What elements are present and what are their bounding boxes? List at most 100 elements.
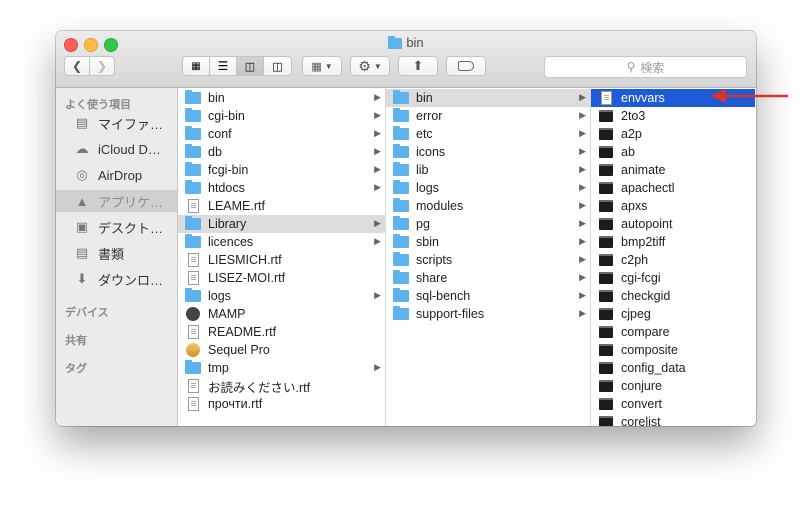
- file-row[interactable]: a2p: [591, 125, 755, 143]
- disclosure-arrow-icon: ▶: [579, 290, 586, 300]
- file-row[interactable]: apxs: [591, 197, 755, 215]
- file-name: sql-bench: [416, 289, 471, 303]
- file-row[interactable]: pg ▶: [386, 215, 590, 233]
- file-row[interactable]: apachectl: [591, 179, 755, 197]
- file-row[interactable]: convert: [591, 395, 755, 413]
- column-library[interactable]: bin ▶ error ▶ etc ▶ icons ▶ lib ▶ logs ▶ modules ▶ pg ▶…: [386, 88, 591, 426]
- file-name: support-files: [416, 307, 485, 321]
- file-name: LISEZ-MOI.rtf: [208, 271, 286, 285]
- applications-icon: ▲: [75, 193, 89, 209]
- files-icon: ▤: [75, 115, 89, 130]
- file-row[interactable]: autopoint: [591, 215, 755, 233]
- file-row[interactable]: お読みください.rtf: [178, 377, 385, 395]
- file-row[interactable]: share ▶: [386, 269, 590, 287]
- file-row[interactable]: cgi-bin ▶: [178, 107, 385, 125]
- folder-icon: [184, 126, 202, 142]
- search-field[interactable]: ⚲ 検索: [544, 56, 747, 78]
- file-row[interactable]: logs ▶: [178, 287, 385, 305]
- action-button[interactable]: ⚙ ▼: [350, 56, 390, 76]
- column-view-button[interactable]: ◫: [237, 57, 264, 75]
- file-row[interactable]: icons ▶: [386, 143, 590, 161]
- file-row[interactable]: corelist: [591, 413, 755, 426]
- executable-icon: [597, 324, 615, 340]
- file-row[interactable]: config_data: [591, 359, 755, 377]
- file-row[interactable]: Sequel Pro: [178, 341, 385, 359]
- cover-flow-button[interactable]: ◫: [264, 57, 291, 75]
- list-view-button[interactable]: ☰: [210, 57, 237, 75]
- file-row[interactable]: 2to3: [591, 107, 755, 125]
- file-row[interactable]: modules ▶: [386, 197, 590, 215]
- file-row[interactable]: c2ph: [591, 251, 755, 269]
- file-row[interactable]: ab: [591, 143, 755, 161]
- file-name: sbin: [416, 235, 439, 249]
- sidebar-item[interactable]: ⬇ ダウンロ…: [56, 268, 177, 290]
- arrange-button[interactable]: ▦ ▼: [302, 56, 342, 76]
- file-row[interactable]: etc ▶: [386, 125, 590, 143]
- sidebar-item-label: ダウンロ…: [98, 272, 164, 288]
- file-row[interactable]: fcgi-bin ▶: [178, 161, 385, 179]
- file-name: checkgid: [621, 289, 671, 303]
- icon-view-button[interactable]: ▦: [183, 57, 210, 75]
- disclosure-arrow-icon: ▶: [374, 146, 381, 156]
- file-row[interactable]: MAMP: [178, 305, 385, 323]
- document-icon: [184, 270, 202, 286]
- file-row[interactable]: bin ▶: [386, 89, 590, 107]
- sidebar-item[interactable]: ▲ アプリケ…: [56, 190, 177, 212]
- file-row[interactable]: cgi-fcgi: [591, 269, 755, 287]
- file-row[interactable]: error ▶: [386, 107, 590, 125]
- file-name: Sequel Pro: [208, 343, 270, 357]
- file-row[interactable]: sbin ▶: [386, 233, 590, 251]
- file-row[interactable]: lib ▶: [386, 161, 590, 179]
- file-row[interactable]: bmp2tiff: [591, 233, 755, 251]
- sidebar-item[interactable]: ◎ AirDrop: [56, 164, 177, 186]
- sidebar-item[interactable]: ☁ iCloud D…: [56, 138, 177, 160]
- sidebar-item[interactable]: ▣ デスクト…: [56, 216, 177, 238]
- file-name: animate: [621, 163, 666, 177]
- file-row[interactable]: LISEZ-MOI.rtf: [178, 269, 385, 287]
- file-name: LEAME.rtf: [208, 199, 265, 213]
- back-button[interactable]: ❮: [64, 56, 90, 76]
- file-row[interactable]: tmp ▶: [178, 359, 385, 377]
- file-row[interactable]: licences ▶: [178, 233, 385, 251]
- sidebar-item[interactable]: ▤ 書類: [56, 242, 177, 264]
- sidebar-item-label: デスクト…: [98, 220, 164, 236]
- tags-button[interactable]: [446, 56, 486, 76]
- file-row[interactable]: conjure: [591, 377, 755, 395]
- file-row[interactable]: support-files ▶: [386, 305, 590, 323]
- column-bin[interactable]: envvars 2to3 a2p ab animate apachectl apxs auto…: [591, 88, 756, 426]
- file-name: LIESMICH.rtf: [208, 253, 282, 267]
- file-row[interactable]: composite: [591, 341, 755, 359]
- file-row[interactable]: прочти.rtf: [178, 395, 385, 413]
- file-row[interactable]: sql-bench ▶: [386, 287, 590, 305]
- document-icon: [597, 90, 615, 106]
- file-row[interactable]: htdocs ▶: [178, 179, 385, 197]
- file-row[interactable]: Library ▶: [178, 215, 385, 233]
- executable-icon: [597, 414, 615, 426]
- view-mode-control[interactable]: ▦ ☰ ◫ ◫: [182, 56, 292, 76]
- document-icon: [184, 396, 202, 412]
- file-name: apxs: [621, 199, 648, 213]
- sidebar-item-label: マイファ…: [98, 116, 164, 132]
- arrange-grid-icon: ▦: [311, 60, 322, 73]
- file-row[interactable]: conf ▶: [178, 125, 385, 143]
- file-row[interactable]: cjpeg: [591, 305, 755, 323]
- sidebar-item[interactable]: ▤ マイファ…: [56, 112, 177, 134]
- file-row[interactable]: db ▶: [178, 143, 385, 161]
- file-row[interactable]: LIESMICH.rtf: [178, 251, 385, 269]
- file-name: corelist: [621, 415, 661, 426]
- column-mamp[interactable]: bin ▶ cgi-bin ▶ conf ▶ db ▶ fcgi-bin ▶ htdocs ▶ LEAM…: [178, 88, 386, 426]
- file-row[interactable]: animate: [591, 161, 755, 179]
- file-row[interactable]: LEAME.rtf: [178, 197, 385, 215]
- executable-icon: [597, 180, 615, 196]
- file-row[interactable]: compare: [591, 323, 755, 341]
- share-button[interactable]: ⬆: [398, 56, 438, 76]
- file-row[interactable]: README.rtf: [178, 323, 385, 341]
- forward-button[interactable]: ❯: [89, 56, 115, 76]
- file-row[interactable]: bin ▶: [178, 89, 385, 107]
- list-icon: ☰: [217, 59, 229, 73]
- file-row[interactable]: scripts ▶: [386, 251, 590, 269]
- executable-icon: [597, 288, 615, 304]
- file-row[interactable]: checkgid: [591, 287, 755, 305]
- file-name: icons: [416, 145, 446, 159]
- file-row[interactable]: logs ▶: [386, 179, 590, 197]
